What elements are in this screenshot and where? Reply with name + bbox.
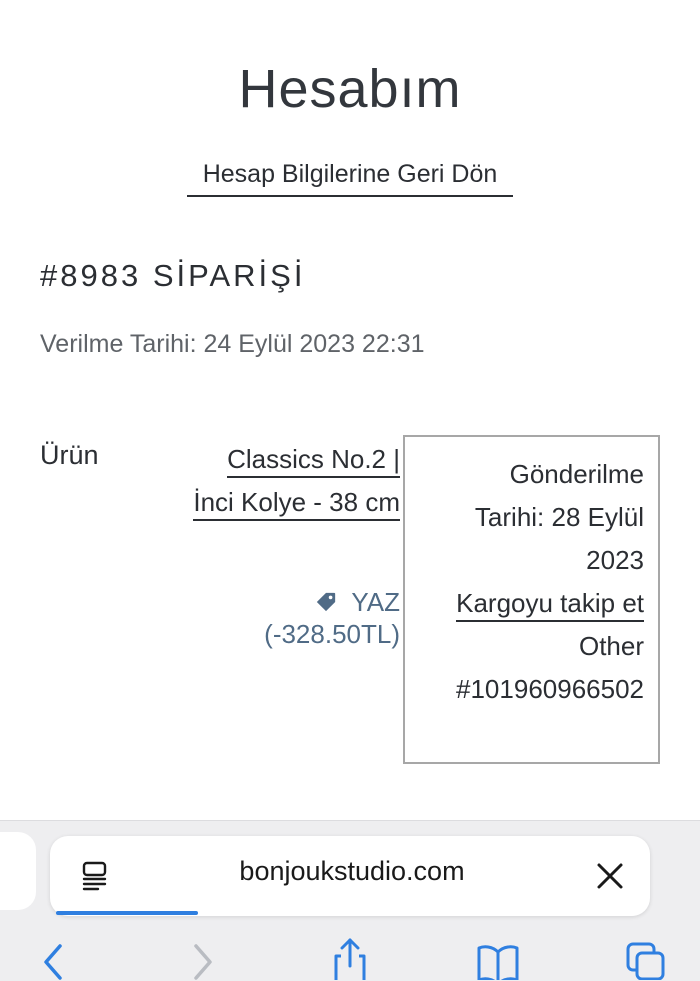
- url-text[interactable]: bonjoukstudio.com: [222, 856, 482, 887]
- discount-amount: (-328.50TL): [264, 619, 400, 649]
- address-bar[interactable]: bonjoukstudio.com: [50, 836, 650, 916]
- tracking-number: #101960966502: [456, 674, 644, 704]
- product-cell: Classics No.2 | İnci Kolye - 38 cm: [190, 438, 400, 524]
- previous-tab-preview[interactable]: [0, 832, 36, 910]
- order-date: Verilme Tarihi: 24 Eylül 2023 22:31: [40, 330, 425, 358]
- shipped-label-line-1: Gönderilme: [509, 459, 644, 489]
- order-title: #8983 SİPARİŞİ: [40, 258, 306, 293]
- back-chevron-icon[interactable]: [32, 938, 76, 980]
- forward-chevron-icon[interactable]: [182, 938, 226, 980]
- tabs-icon[interactable]: [624, 938, 668, 980]
- shipment-tooltip: Gönderilme Tarihi: 28 Eylül 2023 Kargoyu…: [403, 435, 660, 764]
- page-title: Hesabım: [238, 59, 462, 119]
- shipped-label-line-2: Tarihi: 28 Eylül: [474, 502, 644, 532]
- page-load-progress: [56, 911, 198, 915]
- back-to-account-link[interactable]: Hesap Bilgilerine Geri Dön: [187, 160, 513, 197]
- product-column-label: Ürün: [40, 440, 99, 470]
- tag-icon: [317, 592, 336, 612]
- close-icon[interactable]: [596, 862, 624, 890]
- bookmarks-icon[interactable]: [476, 938, 520, 980]
- discount-info: YAZ (-328.50TL): [220, 586, 400, 650]
- discount-code: YAZ: [351, 587, 400, 617]
- reader-icon[interactable]: [80, 860, 110, 892]
- shipped-label-line-3: 2023: [586, 545, 644, 575]
- share-icon[interactable]: [328, 938, 372, 980]
- track-shipment-link[interactable]: Kargoyu takip et: [456, 588, 644, 622]
- product-name-link[interactable]: Classics No.2 | İnci Kolye - 38 cm: [193, 444, 400, 521]
- carrier-name: Other: [578, 631, 644, 661]
